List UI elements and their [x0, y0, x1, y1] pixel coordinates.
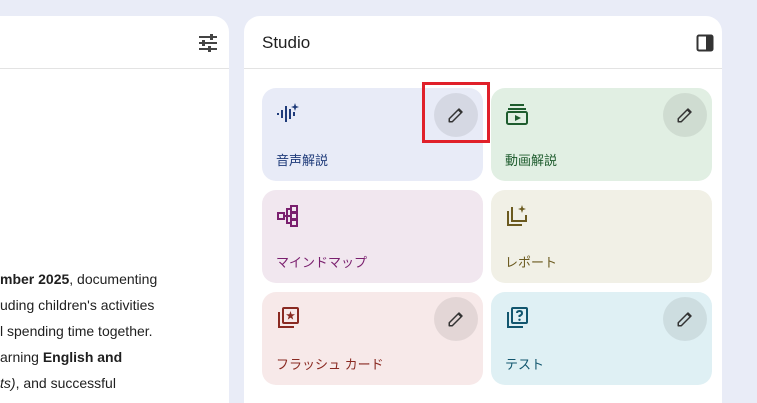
note-line-1: mber 2025, documenting: [0, 271, 158, 287]
left-panel-header: [0, 16, 229, 69]
note-line-2: uding children's activities: [0, 297, 155, 313]
quiz-icon: [507, 307, 528, 328]
tile-report[interactable]: レポート: [491, 190, 712, 283]
tile-label: 音声解説: [276, 153, 329, 168]
note-line-3: l spending time together.: [0, 323, 153, 339]
studio-header: Studio: [244, 16, 722, 69]
report-icon: [507, 205, 527, 226]
tile-flashcards[interactable]: フラッシュ カード: [262, 292, 483, 385]
note-line-5: ts), and successful: [0, 375, 116, 391]
tile-mind-map[interactable]: マインドマップ: [262, 190, 483, 283]
pencil-icon: [677, 312, 692, 327]
tune-icon[interactable]: [198, 34, 218, 52]
studio-title: Studio: [262, 33, 311, 52]
tile-label: レポート: [505, 255, 558, 270]
studio-panel: Studio 音声解説 動画解説 マインドマップ レポート フラッシュ カード …: [244, 16, 722, 403]
highlight-box: [422, 82, 490, 143]
tile-label: 動画解説: [505, 153, 558, 168]
mind-map-icon: [277, 205, 298, 227]
note-line-4: arning English and: [0, 349, 123, 365]
audio-waveform-icon: [277, 103, 299, 122]
tile-label: テスト: [505, 357, 545, 372]
tile-video-overview[interactable]: 動画解説: [491, 88, 712, 181]
pencil-icon: [448, 312, 463, 327]
flashcards-icon: [278, 307, 299, 328]
tile-quiz[interactable]: テスト: [491, 292, 712, 385]
video-overview-icon: [506, 104, 528, 125]
edit-button[interactable]: [663, 93, 707, 137]
note-text: mber 2025, documenting uding children's …: [0, 266, 210, 396]
pencil-icon: [677, 108, 692, 123]
sources-panel: mber 2025, documenting uding children's …: [0, 16, 229, 403]
edit-button[interactable]: [663, 297, 707, 341]
tile-label: フラッシュ カード: [276, 357, 384, 372]
tile-label: マインドマップ: [276, 255, 368, 270]
collapse-panel-icon[interactable]: [696, 34, 714, 52]
edit-button[interactable]: [434, 297, 478, 341]
